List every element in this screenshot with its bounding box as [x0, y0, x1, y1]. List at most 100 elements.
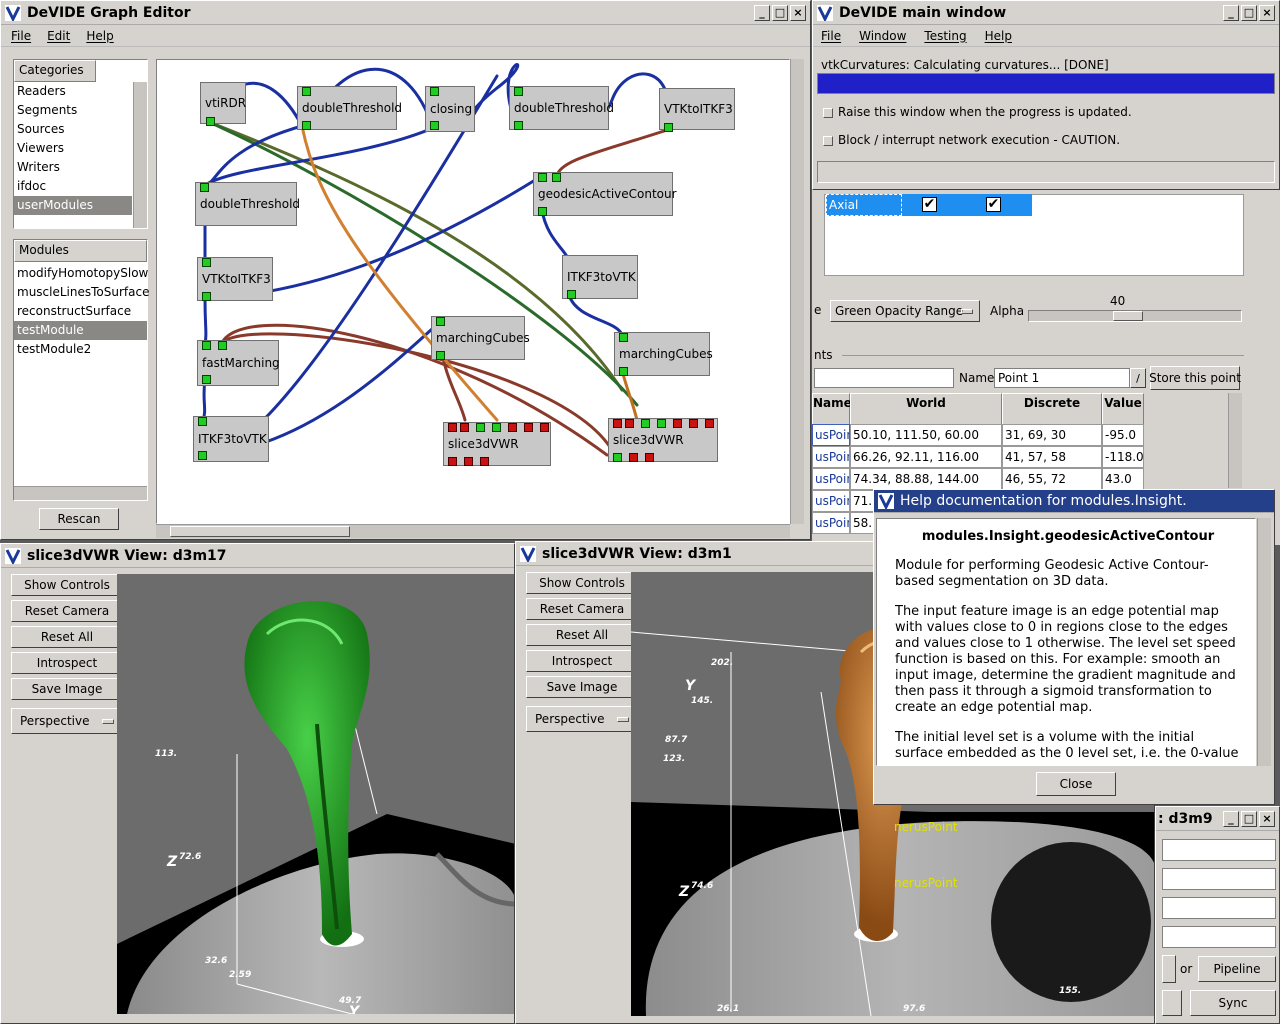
- minimize-icon[interactable]: _: [1223, 810, 1239, 827]
- empty-port[interactable]: [460, 423, 469, 432]
- connected-port[interactable]: [202, 375, 211, 384]
- connected-port[interactable]: [198, 451, 207, 460]
- connected-port[interactable]: [514, 121, 523, 130]
- modules-hscrollbar[interactable]: [14, 486, 147, 500]
- alpha-slider-handle[interactable]: [1112, 311, 1143, 321]
- store-point-button[interactable]: Store this point: [1149, 366, 1241, 390]
- menu-file[interactable]: File: [821, 29, 841, 43]
- reset-camera-button[interactable]: Reset Camera: [11, 600, 123, 622]
- module-node-dt3[interactable]: doubleThreshold: [195, 182, 300, 226]
- menu-help[interactable]: Help: [86, 29, 113, 43]
- empty-port[interactable]: [448, 423, 457, 432]
- connected-port[interactable]: [538, 207, 547, 216]
- module-node-dt1[interactable]: doubleThreshold: [297, 86, 402, 130]
- viewer-d3m9-titlebar[interactable]: : d3m9 _ □ ×: [1156, 807, 1279, 831]
- graph-canvas[interactable]: vtiRDR doubleThreshold closing doubleThresh…: [156, 59, 790, 524]
- category-item[interactable]: ifdoc: [14, 177, 132, 196]
- module-node-fm[interactable]: fastMarching: [197, 340, 280, 386]
- connected-port[interactable]: [302, 87, 311, 96]
- block-checkbox[interactable]: [823, 136, 833, 146]
- pipeline-button[interactable]: Pipeline: [1198, 956, 1276, 982]
- category-item[interactable]: Readers: [14, 82, 132, 101]
- module-node-vtiRDR[interactable]: vtiRDR: [200, 82, 246, 126]
- column-header[interactable]: Name: [812, 393, 852, 425]
- rescan-button[interactable]: Rescan: [39, 508, 119, 530]
- empty-port[interactable]: [508, 423, 517, 432]
- points-table-cell[interactable]: usPoin: [812, 424, 850, 446]
- d3m9-field-1[interactable]: [1162, 839, 1276, 861]
- menu-testing[interactable]: Testing: [924, 29, 966, 43]
- module-item[interactable]: reconstructSurface: [14, 302, 147, 321]
- category-item[interactable]: userModules: [14, 196, 132, 215]
- connected-port[interactable]: [218, 341, 227, 350]
- module-node-vtk2itk2[interactable]: VTKtoITKF3: [197, 257, 273, 301]
- column-header[interactable]: Value: [1102, 393, 1144, 425]
- categories-header[interactable]: Categories: [14, 60, 96, 82]
- points-table-cell[interactable]: usPoint: [812, 468, 850, 490]
- empty-port[interactable]: [625, 419, 634, 428]
- points-table-cell[interactable]: 46, 55, 72: [1002, 468, 1102, 490]
- points-table-cell[interactable]: usPoint: [812, 446, 850, 468]
- empty-port[interactable]: [629, 453, 638, 462]
- viewer-d3m17-render-view[interactable]: Z 113. 72.6 32.6 2.59 49.7 Y: [117, 574, 514, 1014]
- points-table-cell[interactable]: 43.0: [1102, 468, 1144, 490]
- connected-port[interactable]: [430, 121, 439, 130]
- sync-button[interactable]: Sync: [1190, 990, 1276, 1016]
- save-image-button[interactable]: Save Image: [11, 678, 123, 700]
- categories-scrollbar[interactable]: [133, 82, 147, 228]
- module-node-mc2[interactable]: marchingCubes: [614, 332, 713, 376]
- connected-port[interactable]: [657, 419, 666, 428]
- axial-checkbox-1[interactable]: ✔: [922, 197, 937, 212]
- module-item[interactable]: muscleLinesToSurface: [14, 283, 149, 302]
- empty-port[interactable]: [705, 419, 714, 428]
- module-node-vtk2itk1[interactable]: VTKtoITKF3: [659, 88, 735, 132]
- empty-port[interactable]: [448, 457, 457, 466]
- empty-port[interactable]: [645, 453, 654, 462]
- graph-editor-titlebar[interactable]: DeVIDE Graph Editor _ □ ×: [1, 1, 810, 25]
- points-table-cell[interactable]: 31, 69, 30: [1002, 424, 1102, 446]
- module-node-itk2vtk2[interactable]: ITKF3toVTK: [193, 416, 269, 462]
- empty-port[interactable]: [540, 423, 549, 432]
- empty-port[interactable]: [673, 419, 682, 428]
- connected-port[interactable]: [538, 173, 547, 182]
- point-search-field[interactable]: [814, 368, 954, 388]
- connected-port[interactable]: [619, 367, 628, 376]
- module-node-mc1[interactable]: marchingCubes: [431, 316, 530, 360]
- module-node-dt2[interactable]: doubleThreshold: [509, 86, 614, 130]
- reset-camera-button[interactable]: Reset Camera: [526, 598, 638, 620]
- module-item[interactable]: testModule2: [14, 340, 147, 359]
- connected-port[interactable]: [476, 423, 485, 432]
- d3m9-field-3[interactable]: [1162, 897, 1276, 919]
- menu-window[interactable]: Window: [859, 29, 906, 43]
- empty-port[interactable]: [613, 419, 622, 428]
- axial-checkbox-2[interactable]: ✔: [986, 197, 1001, 212]
- reset-all-button[interactable]: Reset All: [526, 624, 638, 646]
- empty-port[interactable]: [524, 423, 533, 432]
- show-controls-button[interactable]: Show Controls: [11, 574, 123, 596]
- d3m9-option-button[interactable]: [1162, 955, 1176, 983]
- d3m9-field-4[interactable]: [1162, 926, 1276, 948]
- points-scrollbar[interactable]: [1228, 393, 1242, 488]
- close-icon[interactable]: ×: [790, 4, 806, 21]
- main-window-titlebar[interactable]: DeVIDE main window _ □ ×: [813, 1, 1279, 25]
- points-table-cell[interactable]: 50.10, 111.50, 60.00: [850, 424, 1002, 446]
- module-node-gac[interactable]: geodesicActiveContour: [533, 172, 677, 216]
- points-table-cell[interactable]: 41, 57, 58: [1002, 446, 1102, 468]
- help-close-button[interactable]: Close: [1036, 772, 1116, 796]
- opacity-option-menu[interactable]: Green Opacity Range: [830, 300, 980, 322]
- connected-port[interactable]: [619, 333, 628, 342]
- name-clear-button[interactable]: /: [1130, 368, 1146, 388]
- close-icon[interactable]: ×: [1259, 810, 1275, 827]
- save-image-button[interactable]: Save Image: [526, 676, 638, 698]
- introspect-button[interactable]: Introspect: [526, 650, 638, 672]
- modules-header[interactable]: Modules: [14, 240, 147, 262]
- connected-port[interactable]: [202, 258, 211, 267]
- raise-checkbox[interactable]: [823, 108, 833, 118]
- empty-port[interactable]: [464, 457, 473, 466]
- category-item[interactable]: Segments: [14, 101, 132, 120]
- category-item[interactable]: Viewers: [14, 139, 132, 158]
- connected-port[interactable]: [492, 423, 501, 432]
- module-node-itk2vtk1[interactable]: ITKF3toVTK: [562, 255, 638, 299]
- connected-port[interactable]: [641, 419, 650, 428]
- d3m9-field-2[interactable]: [1162, 868, 1276, 890]
